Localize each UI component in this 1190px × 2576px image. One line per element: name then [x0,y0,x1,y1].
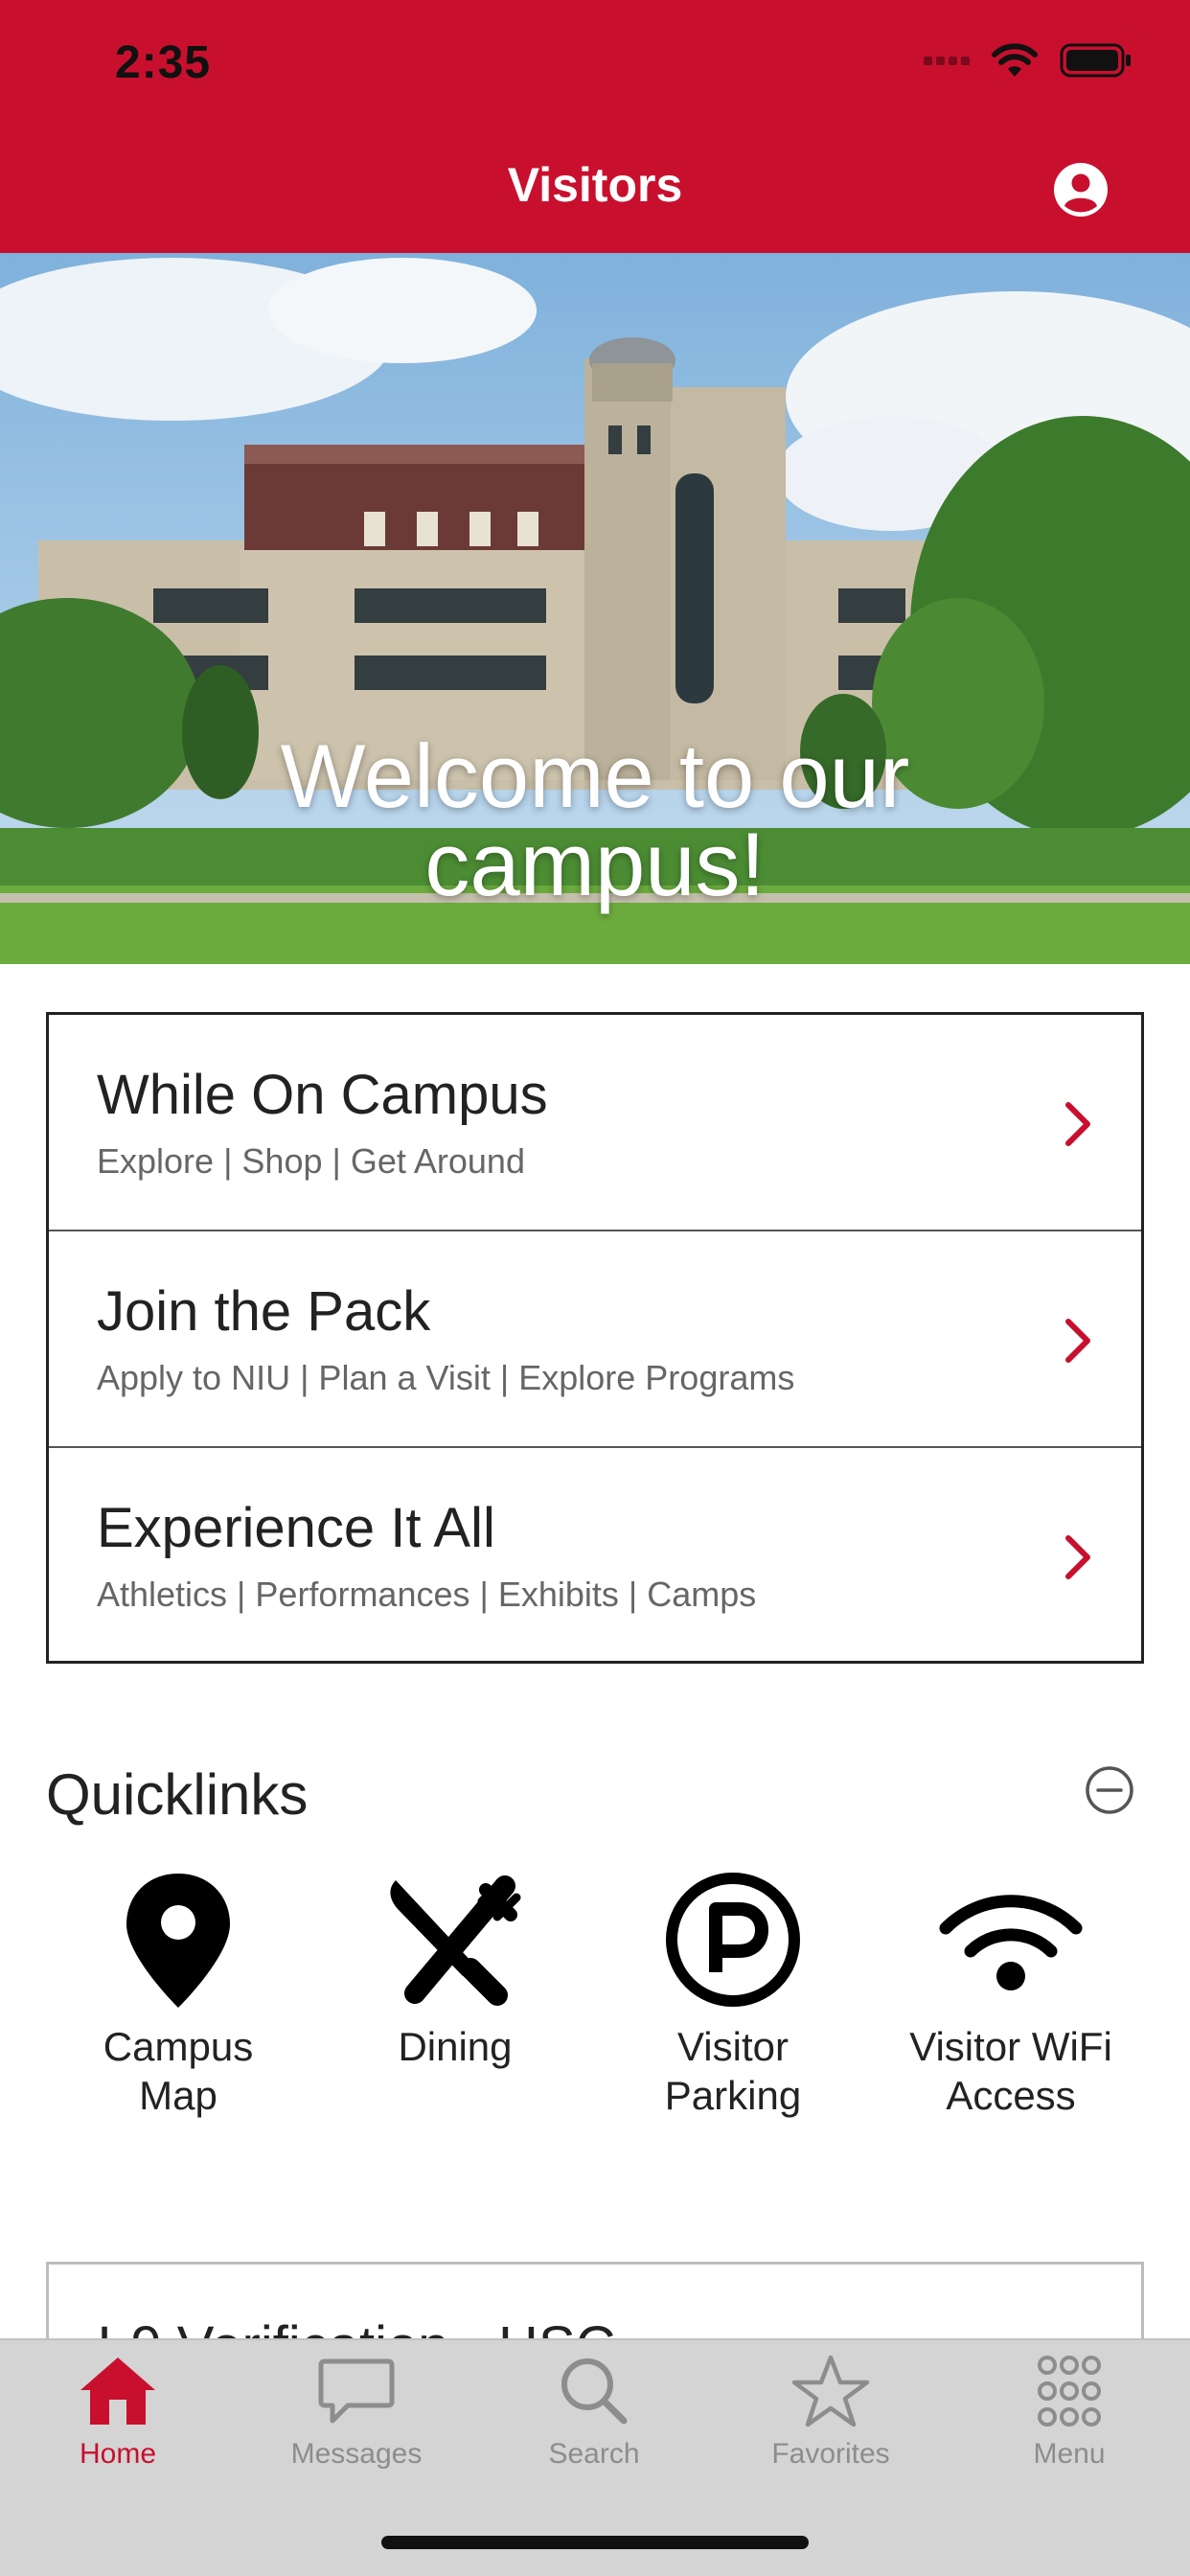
quicklink-label: Map [139,2073,217,2118]
wifi-icon [939,1895,1083,1990]
tab-search[interactable]: Search [498,2354,690,2471]
quicklinks-heading: Quicklinks [46,1762,309,1827]
card-while-on-campus[interactable]: While On Campus Explore | Shop | Get Aro… [49,1015,1141,1231]
chat-bubble-icon [318,2358,395,2424]
chevron-right-icon [1065,1535,1090,1579]
welcome-line-2: campus! [424,814,766,914]
profile-icon[interactable] [1052,161,1110,218]
card-subtitle: Apply to NIU | Plan a Visit | Explore Pr… [97,1358,795,1397]
tab-messages[interactable]: Messages [261,2354,452,2471]
map-pin-icon [126,1874,230,2008]
card-join-the-pack[interactable]: Join the Pack Apply to NIU | Plan a Visi… [49,1231,1141,1448]
feature-card-list: While On Campus Explore | Shop | Get Aro… [46,1012,1144,1664]
grid-icon [1038,2356,1101,2426]
parking-icon [666,1873,800,2007]
home-icon [80,2358,155,2425]
status-time: 2:35 [115,37,212,88]
collapse-minus-icon[interactable] [1085,1765,1134,1815]
card-title: Experience It All [97,1497,495,1559]
card-title: Join the Pack [97,1280,431,1343]
tab-label: Search [548,2438,640,2470]
quicklink-label: Visitor WiFi [909,2024,1112,2069]
page-title: Visitors [507,158,683,212]
quicklink-dining[interactable]: Dining [316,1869,594,2071]
chevron-right-icon [1065,1102,1090,1146]
quicklink-label: Dining [398,2024,513,2069]
welcome-message: Welcome to our campus! [0,725,1190,914]
app-header: 2:35 Visitors [0,0,1190,253]
quicklink-label: Parking [664,2073,802,2118]
cellular-signal-icon [924,56,970,65]
star-icon [791,2355,870,2427]
card-subtitle: Explore | Shop | Get Around [97,1141,525,1181]
chevron-right-icon [1065,1319,1090,1363]
card-subtitle: Athletics | Performances | Exhibits | Ca… [97,1575,757,1614]
tab-favorites[interactable]: Favorites [735,2354,927,2471]
tab-label: Favorites [771,2438,890,2470]
quicklink-visitor-wifi[interactable]: Visitor WiFi Access [872,1869,1150,2120]
status-indicators [924,42,1133,79]
quicklink-label: Campus [103,2024,254,2069]
tab-home[interactable]: Home [22,2354,214,2471]
welcome-line-1: Welcome to our [280,725,910,826]
quicklink-label: Visitor [677,2024,789,2069]
search-icon [561,2358,628,2425]
tab-label: Home [79,2438,157,2470]
quicklink-visitor-parking[interactable]: Visitor Parking [594,1869,872,2120]
card-title: While On Campus [97,1064,548,1126]
home-indicator[interactable] [381,2536,809,2549]
tab-label: Menu [1033,2438,1106,2470]
card-experience-it-all[interactable]: Experience It All Athletics | Performanc… [49,1448,1141,1665]
quicklink-label: Access [946,2073,1076,2118]
tab-label: Messages [290,2438,423,2470]
hero-banner: Welcome to our campus! [0,253,1190,964]
battery-icon [1060,43,1131,78]
quicklink-campus-map[interactable]: Campus Map [39,1869,317,2120]
tab-menu[interactable]: Menu [973,2354,1165,2471]
fork-knife-icon [390,1875,521,2006]
wifi-status-icon [992,43,1038,77]
